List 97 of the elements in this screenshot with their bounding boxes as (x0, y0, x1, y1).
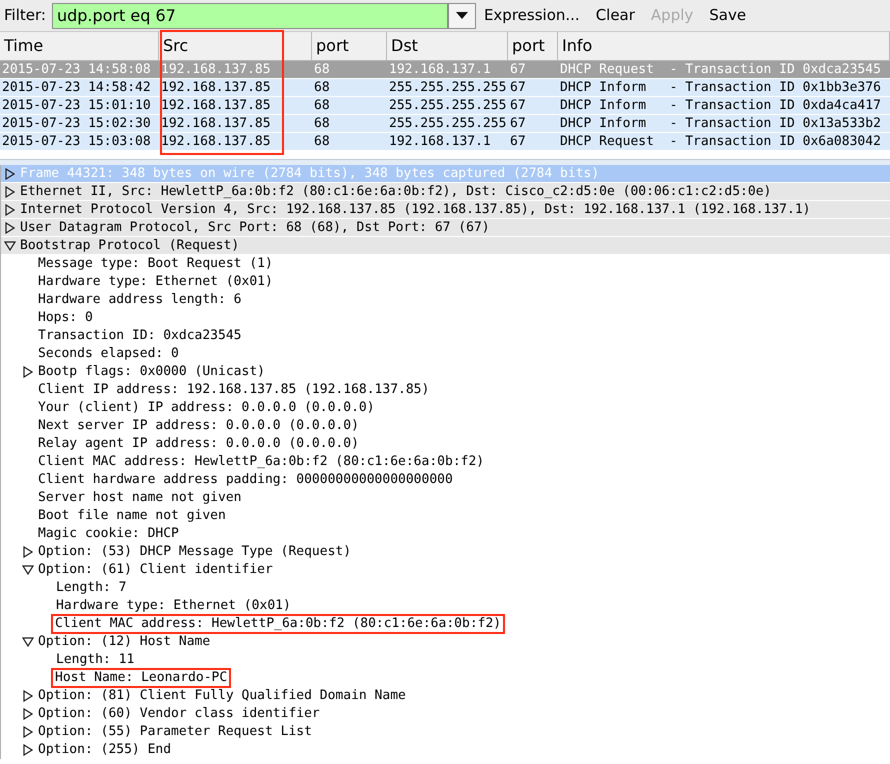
tree-item-text[interactable]: Option: (55) Parameter Request List (37, 724, 313, 740)
table-cell-text: 192.168.137.1 (388, 132, 492, 151)
table-cell-text: 68 (313, 60, 331, 79)
column-header[interactable]: Src (159, 32, 312, 60)
table-cell-text: 67 (509, 78, 527, 97)
tree-item-text[interactable]: Length: 11 (55, 652, 136, 668)
tree-item-text: User Datagram Protocol, Src Port: 68 (68), Dst Port: 67 (67) (19, 220, 491, 236)
table-cell-text: DHCP Inform - Transaction ID 0x1bb3e376 (559, 78, 882, 97)
table-cell-text: 2015-07-23 15:03:08 (1, 132, 152, 151)
table-cell-text: DHCP Request - Transaction ID 0x6a083042 (559, 132, 882, 151)
tree-item-text[interactable]: Next server IP address: 0.0.0.0 (0.0.0.0) (37, 418, 360, 434)
collapsed-icon[interactable] (5, 204, 15, 216)
table-cell-text: 68 (313, 132, 331, 151)
tree-item-text[interactable]: Hops: 0 (37, 310, 94, 326)
tree-item-text[interactable]: Seconds elapsed: 0 (37, 346, 180, 362)
tree-item-text[interactable]: Message type: Boot Request (1) (37, 256, 274, 272)
tree-item-text[interactable]: Client IP address: 192.168.137.85 (192.168.137.85) (37, 382, 430, 398)
table-cell-text: 67 (509, 132, 527, 151)
table-cell-text: 192.168.137.85 (160, 60, 272, 79)
tree-row[interactable]: User Datagram Protocol, Src Port: 68 (68), Dst Port: 67 (67) (1, 219, 890, 237)
collapsed-icon[interactable] (5, 168, 15, 180)
table-cell-text: 255.255.255.255 (388, 96, 508, 115)
table-cell-text: 67 (509, 96, 527, 115)
filter-field[interactable]: udp.port eq 67 (52, 2, 448, 28)
column-header[interactable]: port (508, 32, 558, 60)
tree-item-text[interactable]: Option: (60) Vendor class identifier (37, 706, 321, 722)
tree-item-text[interactable]: Hardware type: Ethernet (0x01) (37, 274, 274, 290)
tree-item-text[interactable]: Client MAC address: HewlettP_6a:0b:f2 (80:c1:6e:6a:0b:f2) (37, 454, 486, 470)
expanded-icon[interactable] (4, 240, 16, 250)
packet-row[interactable]: 2015-07-23 15:03:08 192.168.137.85 68 192.168.137.1 67 DHCP Request - Transaction ID 0x6a083042 (0, 133, 890, 151)
tree-item-text[interactable]: Your (client) IP address: 0.0.0.0 (0.0.0.0) (37, 400, 376, 416)
table-cell-text: 67 (509, 114, 527, 133)
table-cell-text: 192.168.137.85 (160, 132, 272, 151)
tree-item-text: Bootstrap Protocol (Request) (19, 238, 240, 254)
tree-item-text[interactable]: Magic cookie: DHCP (37, 526, 180, 542)
column-header[interactable]: Info (558, 32, 890, 60)
tree-item-text[interactable]: Hardware type: Ethernet (0x01) (55, 598, 292, 614)
table-cell-text: 255.255.255.255 (388, 78, 508, 97)
tree-item-text[interactable]: Host Name: Leonardo-PC (51, 668, 232, 688)
table-cell-text: 192.168.137.1 (388, 60, 492, 79)
column-header[interactable]: port (312, 32, 387, 60)
tree-item-text[interactable]: Option: (81) Client Fully Qualified Domain Name (37, 688, 407, 704)
expanded-icon[interactable] (22, 636, 34, 646)
toolbar-button[interactable]: Save (707, 4, 748, 27)
table-cell-text: 2015-07-23 14:58:08 (1, 60, 152, 79)
tree-item-text: Frame 44321: 348 bytes on wire (2784 bits), 348 bytes captured (2784 bits) (19, 166, 600, 182)
tree-item-text[interactable]: Bootp flags: 0x0000 (Unicast) (37, 364, 266, 380)
tree-item-text[interactable]: Boot file name not given (37, 508, 227, 524)
filter-label: Filter: (4, 5, 46, 26)
tree-item-text: Ethernet II, Src: HewlettP_6a:0b:f2 (80:c1:6e:6a:0b:f2), Dst: Cisco_c2:d5:0e (00:06:c1:c2:d5:0e) (19, 184, 772, 200)
tree-row[interactable]: Ethernet II, Src: HewlettP_6a:0b:f2 (80:c1:6e:6a:0b:f2), Dst: Cisco_c2:d5:0e (00:06:c1:c2:d5:0e) (1, 183, 890, 201)
packet-row[interactable]: 2015-07-23 14:58:42 192.168.137.85 68 255.255.255.255 67 DHCP Inform - Transaction ID 0x1bb3e376 (0, 79, 890, 97)
tree-item-text[interactable]: Length: 7 (55, 580, 128, 596)
collapsed-icon[interactable] (23, 690, 33, 702)
tree-item-text[interactable]: Client hardware address padding: 00000000000000000000 (37, 472, 454, 488)
table-cell-text: 2015-07-23 14:58:42 (1, 78, 152, 97)
collapsed-icon[interactable] (23, 708, 33, 720)
tree-item-text[interactable]: Transaction ID: 0xdca23545 (37, 328, 242, 344)
collapsed-icon[interactable] (5, 186, 15, 198)
table-cell-text: 192.168.137.85 (160, 114, 272, 133)
collapsed-icon[interactable] (23, 546, 33, 558)
tree-row[interactable]: Bootstrap Protocol (Request) (1, 237, 890, 255)
tree-item-text: Internet Protocol Version 4, Src: 192.168.137.85 (192.168.137.85), Dst: 192.168.137.1 (192.168.137.1) (19, 202, 812, 218)
dropdown-button[interactable] (448, 2, 476, 28)
toolbar-button[interactable]: Clear (594, 4, 637, 27)
table-cell-text: DHCP Inform - Transaction ID 0x13a533b2 (559, 114, 882, 133)
caret-icon (456, 12, 468, 19)
collapsed-icon[interactable] (5, 222, 15, 234)
tree-item-text[interactable]: Client MAC address: HewlettP_6a:0b:f2 (80:c1:6e:6a:0b:f2) (51, 614, 506, 634)
tree-item-text[interactable]: Option: (12) Host Name (37, 634, 212, 650)
collapsed-icon[interactable] (23, 726, 33, 738)
table-cell-text: 68 (313, 114, 331, 133)
tree-item-text[interactable]: Relay agent IP address: 0.0.0.0 (0.0.0.0) (37, 436, 360, 452)
collapsed-icon[interactable] (23, 744, 33, 756)
table-cell-text: DHCP Inform - Transaction ID 0xda4ca417 (559, 96, 882, 115)
expanded-icon[interactable] (22, 564, 34, 574)
table-cell-text: 255.255.255.255 (388, 114, 508, 133)
table-cell-text: 68 (313, 78, 331, 97)
table-cell-text: 2015-07-23 15:02:30 (1, 114, 152, 133)
table-cell-text: DHCP Request - Transaction ID 0xdca23545 (559, 60, 882, 79)
table-cell-text: 68 (313, 96, 331, 115)
column-header[interactable]: Time (0, 32, 159, 60)
table-cell-text: 2015-07-23 15:01:10 (1, 96, 152, 115)
tree-item-text[interactable]: Option: (255) End (37, 742, 172, 758)
packet-row[interactable]: 2015-07-23 15:02:30 192.168.137.85 68 255.255.255.255 67 DHCP Inform - Transaction ID 0x13a533b2 (0, 115, 890, 133)
toolbar-button[interactable]: Expression... (482, 4, 582, 27)
table-cell-text: 192.168.137.85 (160, 96, 272, 115)
column-header[interactable]: Dst (387, 32, 508, 60)
table-cell-text: 67 (509, 60, 527, 79)
tree-item-text[interactable]: Server host name not given (37, 490, 242, 506)
tree-item-text[interactable]: Option: (53) DHCP Message Type (Request) (37, 544, 352, 560)
collapsed-icon[interactable] (23, 366, 33, 378)
tree-item-text[interactable]: Option: (61) Client identifier (37, 562, 274, 578)
packet-row[interactable]: 2015-07-23 15:01:10 192.168.137.85 68 255.255.255.255 67 DHCP Inform - Transaction ID 0xda4ca417 (0, 97, 890, 115)
table-cell-text: 192.168.137.85 (160, 78, 272, 97)
tree-item-text[interactable]: Hardware address length: 6 (37, 292, 242, 308)
tree-row[interactable]: Internet Protocol Version 4, Src: 192.168.137.85 (192.168.137.85), Dst: 192.168.137.1 (192.168.137.1) (1, 201, 890, 219)
